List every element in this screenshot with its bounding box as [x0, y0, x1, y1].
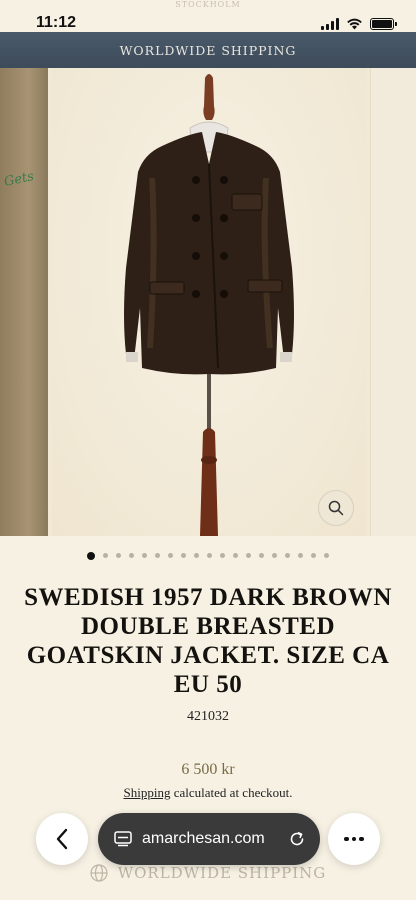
more-button[interactable]: [328, 813, 380, 865]
product-price: 6 500 kr: [181, 761, 235, 778]
pagination-dot[interactable]: [324, 553, 329, 558]
pagination-dot[interactable]: [129, 553, 134, 558]
pagination-dot[interactable]: [168, 553, 173, 558]
peek-left-label: Gets: [2, 169, 36, 190]
product-sku: 421032: [187, 709, 229, 724]
more-icon-dot: [351, 836, 357, 842]
wifi-icon: [347, 18, 362, 30]
pagination-dot[interactable]: [181, 553, 186, 558]
back-arrow-icon: [56, 828, 68, 850]
tabs-icon[interactable]: [114, 831, 132, 847]
back-button[interactable]: [36, 813, 88, 865]
globe-icon: [90, 864, 108, 882]
pagination-dot[interactable]: [246, 553, 251, 558]
address-bar[interactable]: amarchesan.com: [98, 813, 320, 865]
product-image[interactable]: [52, 68, 366, 536]
jacket-on-stand-image: [124, 74, 294, 536]
product-gallery[interactable]: Gets: [0, 68, 416, 536]
zoom-icon: [328, 500, 344, 516]
pagination-dot[interactable]: [207, 553, 212, 558]
more-icon-dot: [344, 836, 349, 842]
pagination-dot[interactable]: [285, 553, 290, 558]
battery-icon: [370, 17, 397, 30]
signal-icon: [321, 17, 339, 30]
pagination-dot[interactable]: [220, 553, 225, 558]
shipping-note: Shipping calculated at checkout.: [0, 785, 416, 801]
status-time: 11:12: [36, 14, 77, 31]
faded-header-text: STOCKHOLM: [175, 0, 241, 9]
url-text[interactable]: amarchesan.com: [142, 830, 288, 848]
gallery-pagination[interactable]: [0, 551, 416, 560]
footer-shipping: WORLDWIDE SHIPPING: [0, 864, 416, 882]
pagination-dot[interactable]: [233, 553, 238, 558]
reload-icon[interactable]: [288, 830, 306, 848]
pagination-dot[interactable]: [103, 553, 108, 558]
footer-shipping-text: WORLDWIDE SHIPPING: [117, 864, 327, 882]
next-slide-peek[interactable]: [370, 68, 416, 536]
pagination-dot[interactable]: [259, 553, 264, 558]
pagination-dot[interactable]: [142, 553, 147, 558]
shipping-banner[interactable]: WORLDWIDE SHIPPING: [0, 32, 416, 68]
status-icons: [321, 17, 397, 30]
pagination-dot[interactable]: [116, 553, 121, 558]
pagination-dot[interactable]: [272, 553, 277, 558]
pagination-dot[interactable]: [298, 553, 303, 558]
pagination-dot[interactable]: [311, 553, 316, 558]
more-icon-dot: [359, 836, 364, 842]
previous-slide-peek[interactable]: Gets: [0, 68, 48, 536]
product-title: SWEDISH 1957 DARK BROWN DOUBLE BREASTED …: [24, 584, 392, 698]
shipping-note-text: calculated at checkout.: [170, 785, 293, 800]
pagination-dot[interactable]: [194, 553, 199, 558]
status-bar: STOCKHOLM 11:12: [0, 0, 416, 32]
shipping-link[interactable]: Shipping: [124, 785, 171, 800]
banner-text: WORLDWIDE SHIPPING: [119, 42, 297, 58]
zoom-button[interactable]: [318, 490, 354, 526]
pagination-dot[interactable]: [155, 553, 160, 558]
pagination-dot[interactable]: [87, 551, 95, 560]
